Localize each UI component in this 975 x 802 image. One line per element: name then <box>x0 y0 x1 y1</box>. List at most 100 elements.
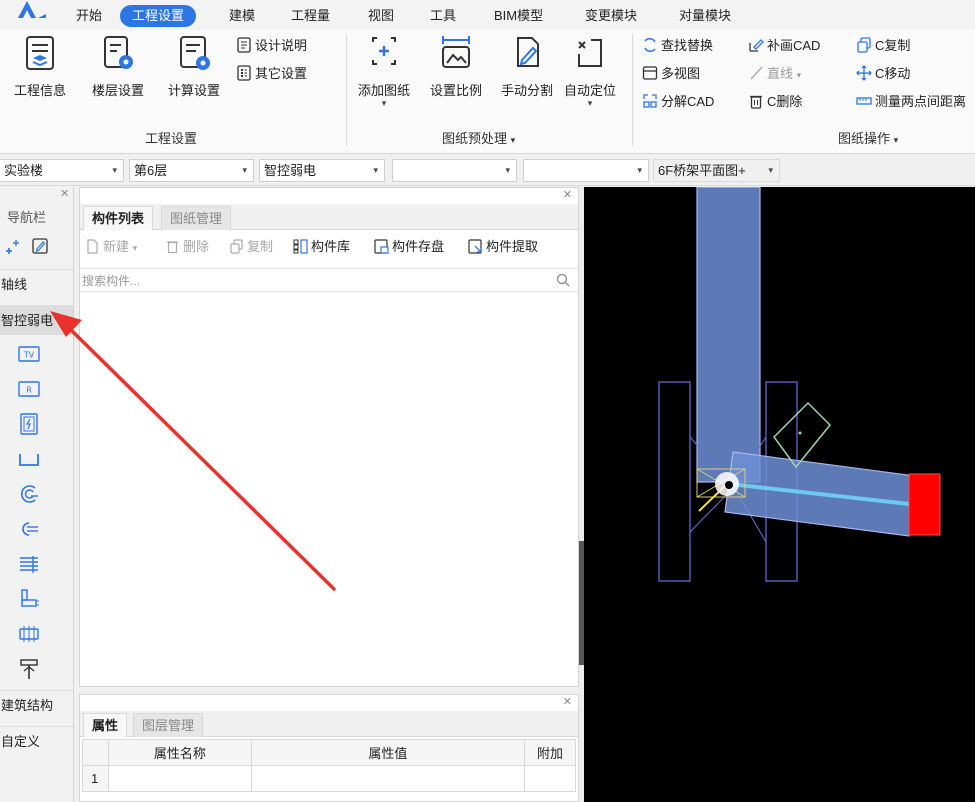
project-info-button[interactable]: 工程信息 <box>7 34 73 99</box>
settings-list-icon <box>237 65 251 81</box>
property-name-header: 属性名称 <box>107 739 252 766</box>
floor-settings-button[interactable]: 楼层设置 <box>85 34 151 99</box>
close-icon[interactable]: ✕ <box>563 695 572 708</box>
property-value-header: 属性值 <box>250 739 526 766</box>
drawing-preprocess-group-label[interactable]: 图纸预处理 ▾ <box>442 128 515 147</box>
property-name-cell[interactable] <box>107 765 252 792</box>
explode-cad-button[interactable]: 分解CAD <box>642 92 714 112</box>
set-scale-icon <box>442 36 470 68</box>
move-icon <box>856 65 872 81</box>
floor-select[interactable]: 第6层 ▾ <box>129 159 254 182</box>
discipline-select[interactable]: 智控弱电 ▾ <box>259 159 385 182</box>
terminal-block-icon[interactable] <box>18 623 40 645</box>
tab-layer-management[interactable]: 图层管理 <box>133 713 204 737</box>
design-notes-button[interactable]: 设计说明 <box>236 36 307 56</box>
drawing-canvas[interactable] <box>584 186 975 802</box>
menu-bim-model[interactable]: BIM模型 <box>490 5 547 27</box>
add-sparkle-icon[interactable] <box>4 237 22 255</box>
menu-view[interactable]: 视图 <box>364 5 398 27</box>
tab-component-list[interactable]: 构件列表 <box>83 206 154 230</box>
vertical-cable-tray[interactable] <box>696 186 761 483</box>
category-select[interactable]: ▾ <box>392 159 517 182</box>
menu-modeling[interactable]: 建模 <box>225 5 259 27</box>
left-frame[interactable] <box>658 381 691 582</box>
close-icon[interactable]: ✕ <box>563 188 572 201</box>
tab-drawing-management[interactable]: 图纸管理 <box>161 206 232 230</box>
new-component-button[interactable]: 新建 ▾ <box>85 237 137 257</box>
chevron-down-icon: ▾ <box>242 165 247 175</box>
menu-start[interactable]: 开始 <box>72 5 106 27</box>
navigation-panel: ✕ 导航栏 轴线 智控弱电 TV R 建筑结构 自定义 <box>0 187 74 802</box>
r-outlet-icon[interactable]: R <box>18 378 40 400</box>
copy-icon <box>230 239 243 254</box>
chevron-down-icon: ▾ <box>373 165 378 175</box>
nav-section-axis[interactable]: 轴线 <box>0 269 73 299</box>
measure-distance-button[interactable]: 测量两点间距离 <box>856 92 975 112</box>
component-search-input[interactable] <box>82 271 542 290</box>
connector-icon[interactable] <box>18 518 40 540</box>
find-replace-icon <box>644 38 656 52</box>
other-settings-button[interactable]: 其它设置 <box>236 64 307 84</box>
tab-properties[interactable]: 属性 <box>83 713 128 737</box>
component-library-button[interactable]: 构件库 <box>293 237 350 257</box>
svg-text:R: R <box>26 386 32 395</box>
device-box[interactable] <box>773 401 832 469</box>
menu-tools[interactable]: 工具 <box>426 5 460 27</box>
menu-change-module[interactable]: 变更模块 <box>581 5 641 27</box>
set-scale-button[interactable]: 设置比例 <box>423 34 489 99</box>
component-list-body[interactable] <box>80 293 578 686</box>
trash-icon <box>750 95 762 109</box>
power-panel-icon[interactable] <box>18 413 40 435</box>
table-row[interactable]: 1 <box>82 765 576 792</box>
selector-bar: 实验楼 ▾ 第6层 ▾ 智控弱电 ▾ ▾ ▾ 6F桥架平面图+ ▾ <box>0 155 975 186</box>
component-save-button[interactable]: 构件存盘 <box>374 237 444 257</box>
supplement-cad-button[interactable]: 补画CAD <box>748 36 820 56</box>
pole-icon[interactable] <box>18 658 40 680</box>
component-extract-button[interactable]: 构件提取 <box>468 237 538 257</box>
property-extra-cell[interactable] <box>524 765 576 792</box>
cable-tray-icon[interactable] <box>18 448 40 470</box>
pipe-fitting-icon[interactable] <box>18 588 40 610</box>
tv-outlet-icon[interactable]: TV <box>18 343 40 365</box>
row-index-header <box>82 739 109 766</box>
auto-locate-icon <box>578 39 602 67</box>
nav-section-smart-weak-current[interactable]: 智控弱电 <box>0 305 73 335</box>
app-logo-icon[interactable] <box>14 0 50 20</box>
search-icon[interactable] <box>556 273 570 287</box>
edit-icon[interactable] <box>31 237 49 255</box>
menu-quantity[interactable]: 工程量 <box>287 5 334 27</box>
calc-settings-button[interactable]: 计算设置 <box>161 34 227 99</box>
c-copy-button[interactable]: C复制 <box>856 36 910 56</box>
add-drawing-button[interactable]: 添加图纸 ▾ <box>351 34 417 108</box>
multi-view-icon <box>642 66 658 80</box>
multi-view-button[interactable]: 多视图 <box>642 64 700 84</box>
drawing-select[interactable]: 6F桥架平面图+ ▾ <box>653 159 780 182</box>
manual-split-button[interactable]: 手动分割 <box>494 34 560 99</box>
straight-line-button[interactable]: 直线 ▾ <box>748 64 801 84</box>
menu-project-settings[interactable]: 工程设置 <box>120 5 197 27</box>
c-delete-button[interactable]: C删除 <box>748 92 802 112</box>
delete-component-button[interactable]: 删除 <box>165 237 209 257</box>
property-value-cell[interactable] <box>250 765 526 792</box>
conduit-icon[interactable] <box>18 483 40 505</box>
component-select[interactable]: ▾ <box>523 159 649 182</box>
drawing-ops-group-label[interactable]: 图纸操作 ▾ <box>838 128 898 147</box>
find-replace-button[interactable]: 查找替换 <box>642 36 713 56</box>
manual-split-icon <box>517 37 539 67</box>
properties-panel: ✕ 属性 图层管理 属性名称 属性值 附加 1 <box>79 694 579 802</box>
close-icon[interactable]: ✕ <box>60 187 69 200</box>
tray-end-marker[interactable] <box>908 473 941 536</box>
document-icon <box>237 37 251 53</box>
c-move-button[interactable]: C移动 <box>856 64 910 84</box>
nav-section-custom[interactable]: 自定义 <box>0 726 73 756</box>
wiring-icon[interactable] <box>18 553 40 575</box>
auto-locate-button[interactable]: 自动定位 ▾ <box>557 34 623 108</box>
building-select[interactable]: 实验楼 ▾ <box>0 159 124 182</box>
copy-component-button[interactable]: 复制 <box>229 237 273 257</box>
ruler-icon <box>856 97 872 105</box>
nav-section-building-structure[interactable]: 建筑结构 <box>0 690 73 720</box>
menu-reconcile-module[interactable]: 对量模块 <box>675 5 735 27</box>
floor-settings-icon <box>104 36 133 69</box>
explode-cad-icon <box>643 94 657 108</box>
nav-title: 导航栏 <box>7 210 47 225</box>
